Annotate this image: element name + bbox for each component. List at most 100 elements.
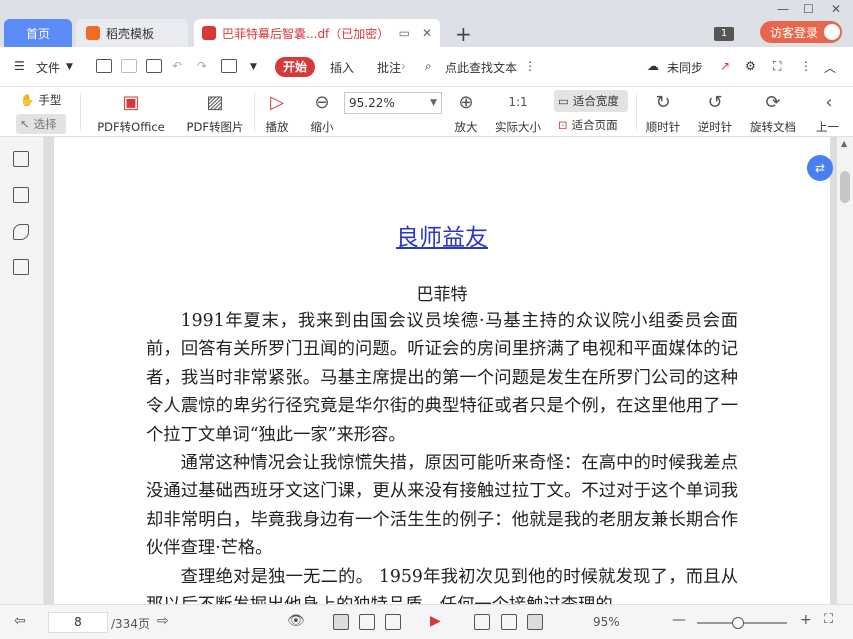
chevron-right-icon[interactable]: › (401, 59, 406, 73)
eye-protection-icon[interactable]: 👁 (287, 613, 305, 629)
file-menu[interactable]: 文件 (36, 59, 60, 76)
tab-template[interactable]: 稻壳模板 (76, 19, 188, 47)
single-page-view-icon[interactable] (333, 614, 349, 630)
fullscreen-status-icon[interactable]: ⛶ (824, 612, 833, 627)
divider (636, 93, 637, 131)
tab-document[interactable]: 巴菲特幕后智囊...df（已加密） ▭ ✕ (194, 19, 440, 47)
fit-page-status-icon[interactable] (501, 614, 517, 630)
tab-insert[interactable]: 插入 (330, 59, 354, 76)
rotate-counterclockwise-label: 逆时针 (697, 120, 733, 134)
status-bar: ⇦ 8 /334页 ⇨ 👁 ▶ 95% — + ⛶ (0, 604, 853, 639)
hand-tool-button[interactable]: ✋ 手型 (20, 92, 61, 108)
thumbnail-icon[interactable] (13, 187, 29, 203)
close-tab-icon[interactable]: ✕ (422, 26, 432, 40)
print-icon[interactable] (146, 59, 162, 73)
fit-width-button[interactable]: ▭ 适合宽度 (554, 90, 628, 112)
floating-convert-icon[interactable]: ⇄ (807, 155, 833, 181)
rotate-clockwise-icon: ↻ (655, 91, 671, 113)
fit-page-button[interactable]: ⊡ 适合页面 (558, 117, 618, 133)
zoom-slider[interactable] (697, 617, 787, 629)
minimize-icon[interactable]: — (777, 2, 789, 16)
pdf-to-office-button[interactable]: ▣ PDF转Office (92, 89, 170, 135)
maximize-icon[interactable]: ☐ (803, 2, 814, 16)
continuous-view-icon[interactable] (359, 614, 375, 630)
previous-page-label: 上一 (816, 120, 839, 134)
zoom-value: 95.22% (349, 96, 395, 110)
collapse-ribbon-icon[interactable]: ︿ (824, 59, 836, 76)
rotate-document-button[interactable]: ⟳ 旋转文档 (748, 89, 798, 135)
prev-page-icon[interactable]: ⇦ (14, 613, 26, 629)
rotate-clockwise-button[interactable]: ↻ 顺时针 (644, 89, 682, 135)
next-page-icon[interactable]: ⇨ (157, 613, 169, 629)
fit-width-status-icon[interactable] (527, 614, 543, 630)
hand-icon: ✋ (20, 93, 35, 107)
docer-logo-icon (86, 26, 100, 40)
actual-size-button[interactable]: 1:1 实际大小 (492, 89, 544, 135)
signature-icon[interactable] (13, 259, 29, 275)
left-sidebar (0, 137, 44, 604)
sync-status[interactable]: 未同步 (667, 59, 703, 76)
more-horizontal-icon[interactable]: ⋮ (800, 59, 812, 73)
vertical-scrollbar[interactable]: ▲ (837, 137, 853, 604)
chevron-down-icon[interactable]: ▼ (66, 62, 73, 72)
hand-tool-label: 手型 (38, 93, 62, 107)
play-slideshow-icon[interactable]: ▶ (430, 613, 441, 629)
scrollbar-thumb[interactable] (840, 171, 850, 203)
chevron-left-icon: ‹ (825, 91, 833, 113)
actual-size-status-icon[interactable] (474, 614, 490, 630)
redo-icon[interactable]: ↷ (197, 59, 207, 73)
zoom-out-button[interactable]: ⊖ 缩小 (308, 89, 336, 135)
outline-icon[interactable] (13, 151, 29, 167)
play-button[interactable]: ▷ 播放 (262, 89, 292, 135)
export-icon[interactable] (221, 59, 237, 73)
save-icon[interactable] (121, 59, 137, 73)
zoom-out-status-icon[interactable]: — (672, 612, 686, 628)
fit-width-icon: ▭ (558, 94, 569, 108)
rotate-counterclockwise-button[interactable]: ↺ 逆时针 (696, 89, 734, 135)
tab-start[interactable]: 开始 (275, 57, 315, 77)
page-number-input[interactable]: 8 (48, 612, 108, 633)
more-vertical-icon[interactable]: ⋮ (524, 59, 536, 73)
paragraph: 通常这种情况会让我惊慌失措，原因可能听来奇怪：在高中的时候我差点没通过基础西班牙… (146, 453, 738, 559)
zoom-percentage: 95% (593, 615, 620, 629)
undo-icon[interactable]: ↶ (172, 59, 182, 73)
annotation-pen-icon[interactable] (13, 224, 29, 240)
new-tab-button[interactable]: + (455, 22, 472, 46)
ribbon-toolbar: ✋ 手型 ↖ 选择 ▣ PDF转Office ▨ PDF转图片 ▷ 播放 ⊖ 缩… (0, 87, 853, 137)
search-icon: ⌕ (425, 59, 432, 73)
close-window-icon[interactable]: ✕ (831, 2, 841, 16)
window-restore-icon[interactable]: ▭ (399, 26, 410, 40)
pdf-to-image-icon: ▨ (206, 91, 224, 113)
pdf-to-image-button[interactable]: ▨ PDF转图片 (184, 89, 246, 135)
avatar (824, 24, 841, 40)
settings-gear-icon[interactable]: ⚙ (745, 59, 756, 73)
tab-home[interactable]: 首页 (4, 19, 72, 47)
guest-login-label: 访客登录 (770, 25, 819, 40)
zoom-slider-knob[interactable] (731, 617, 744, 629)
fullscreen-icon[interactable]: ⛶ (773, 59, 781, 74)
scroll-up-icon[interactable]: ▲ (841, 139, 847, 148)
zoom-select[interactable]: 95.22% ▼ (344, 92, 442, 114)
rotate-document-label: 旋转文档 (750, 120, 796, 134)
play-icon: ▷ (270, 91, 284, 113)
hamburger-icon[interactable]: ☰ (14, 59, 25, 73)
zoom-in-button[interactable]: ⊕ 放大 (452, 89, 480, 135)
two-page-view-icon[interactable] (385, 614, 401, 630)
zoom-in-status-icon[interactable]: + (800, 612, 812, 628)
share-icon[interactable]: ↗ (720, 59, 730, 73)
more-dropdown-icon[interactable]: ▼ (250, 62, 257, 72)
search-input[interactable]: 点此查找文本 (445, 59, 517, 76)
document-canvas[interactable]: 良师益友 巴菲特 1991年夏末，我来到由国会议员埃德·马基主持的众议院小组委员… (44, 137, 837, 604)
paragraph: 查理绝对是独一无二的。 1959年我初次见到他的时候就发现了，而且从那以后不断发… (146, 567, 738, 604)
tab-annotate[interactable]: 批注 (377, 59, 401, 76)
cloud-icon: ☁ (647, 59, 659, 73)
cursor-icon: ↖ (20, 117, 30, 131)
previous-page-button[interactable]: ‹ 上一 (816, 89, 846, 135)
actual-size-icon: 1:1 (508, 95, 528, 109)
guest-login-button[interactable]: 访客登录 (760, 21, 842, 43)
pdf-to-office-icon: ▣ (122, 91, 140, 113)
paragraph: 1991年夏末，我来到由国会议员埃德·马基主持的众议院小组委员会面前，回答有关所… (146, 311, 738, 445)
document-title[interactable]: 良师益友 (54, 218, 830, 252)
open-folder-icon[interactable] (96, 59, 112, 73)
select-tool-button[interactable]: ↖ 选择 (16, 114, 66, 134)
